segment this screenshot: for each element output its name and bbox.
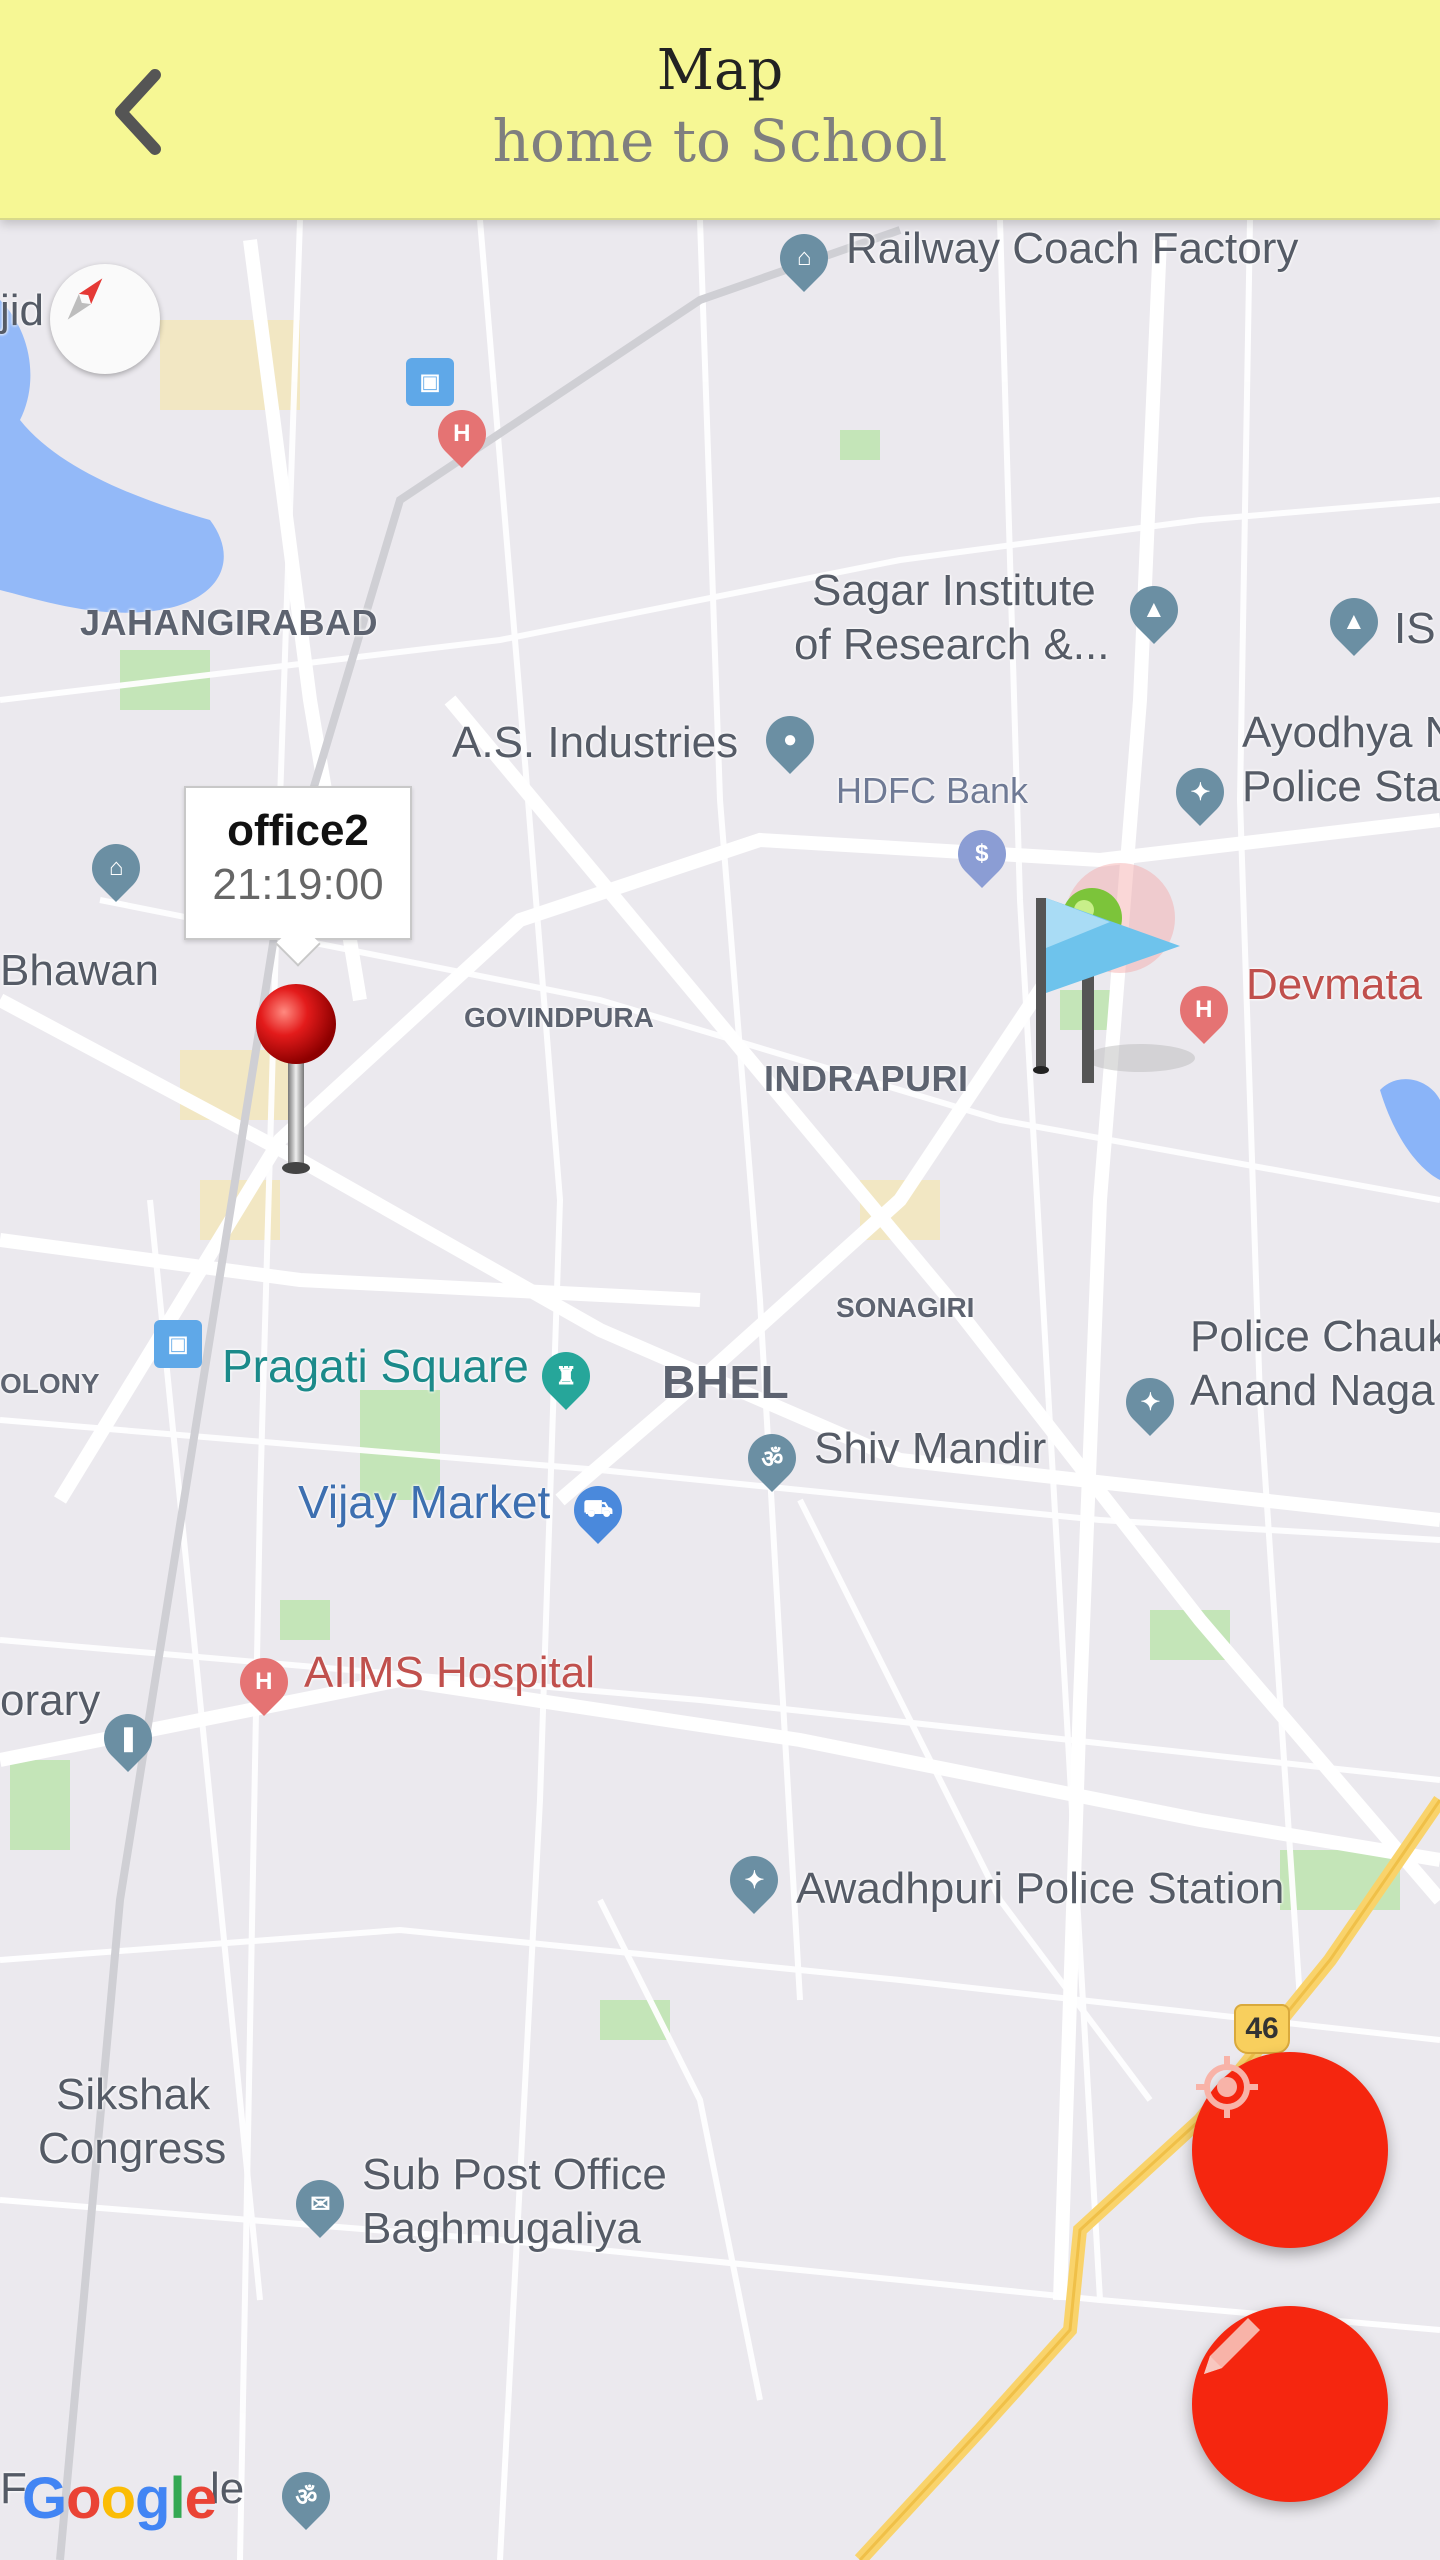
marker-time: 21:19:00 bbox=[212, 860, 384, 909]
red-pin-icon[interactable] bbox=[248, 976, 344, 1196]
page-subtitle: home to School bbox=[492, 107, 948, 175]
label-awadhpuri: Awadhpuri Police Station bbox=[796, 1864, 1285, 1913]
header-titles: Map home to School bbox=[0, 36, 1440, 176]
label-is: IS bbox=[1394, 604, 1436, 653]
bus-stop-icon[interactable]: ▣ bbox=[154, 1320, 202, 1368]
edit-button[interactable] bbox=[1192, 2306, 1388, 2502]
compass-button[interactable] bbox=[50, 264, 160, 374]
label-sonagiri: SONAGIRI bbox=[836, 1292, 975, 1323]
label-jid: jid bbox=[0, 286, 45, 335]
label-railway-coach-factory: Railway Coach Factory bbox=[846, 224, 1299, 273]
my-location-icon bbox=[1196, 2056, 1258, 2118]
label-govindpura: GOVINDPURA bbox=[464, 1002, 654, 1033]
label-indrapuri: INDRAPURI bbox=[764, 1058, 969, 1099]
label-police-chauki-1: Police Chauk bbox=[1190, 1312, 1440, 1361]
label-as-industries: A.S. Industries bbox=[452, 718, 739, 767]
destination-flag-icon[interactable] bbox=[1010, 858, 1210, 1098]
label-hdfc-bank: HDFC Bank bbox=[836, 770, 1029, 811]
edit-pencil-icon bbox=[1204, 2318, 1260, 2374]
label-sikshak-1: Sikshak bbox=[56, 2070, 211, 2119]
marker-callout[interactable]: office2 21:19:00 bbox=[184, 786, 412, 967]
label-library: orary bbox=[0, 1676, 101, 1725]
label-sikshak-2: Congress bbox=[38, 2124, 227, 2173]
label-olony: OLONY bbox=[0, 1368, 100, 1399]
marker-name: office2 bbox=[227, 806, 369, 855]
label-ayodhya-2: Police Sta bbox=[1242, 762, 1440, 811]
label-sagar-institute-2: of Research &... bbox=[794, 620, 1110, 669]
app-header: Map home to School bbox=[0, 0, 1440, 220]
label-sub-post-1: Sub Post Office bbox=[362, 2150, 667, 2199]
label-police-chauki-2: Anand Naga bbox=[1190, 1366, 1435, 1415]
label-sagar-institute-1: Sagar Institute bbox=[812, 566, 1096, 615]
compass-icon bbox=[67, 278, 103, 320]
label-devmata: Devmata bbox=[1246, 960, 1423, 1009]
label-ayodhya-1: Ayodhya N bbox=[1242, 708, 1440, 757]
label-vijay-market: Vijay Market bbox=[298, 1476, 551, 1528]
my-location-button[interactable] bbox=[1192, 2052, 1388, 2248]
highway-shield: 46 bbox=[1234, 2004, 1290, 2054]
label-bhawan: Bhawan bbox=[0, 946, 160, 995]
label-aiims-hospital: AIIMS Hospital bbox=[304, 1648, 595, 1697]
label-pragati-square: Pragati Square bbox=[222, 1340, 529, 1392]
label-shiv-mandir: Shiv Mandir bbox=[814, 1424, 1047, 1473]
label-sub-post-2: Baghmugaliya bbox=[362, 2204, 641, 2253]
google-logo: Google bbox=[22, 2466, 217, 2531]
map-view[interactable]: Railway Coach Factory ⌂ jid ▣ H Sagar In… bbox=[0, 218, 1440, 2560]
bus-stop-icon[interactable]: ▣ bbox=[406, 358, 454, 406]
label-jahangirabad: JAHANGIRABAD bbox=[80, 602, 379, 643]
label-bhel: BHEL bbox=[662, 1356, 790, 1408]
page-title: Map bbox=[656, 38, 784, 103]
